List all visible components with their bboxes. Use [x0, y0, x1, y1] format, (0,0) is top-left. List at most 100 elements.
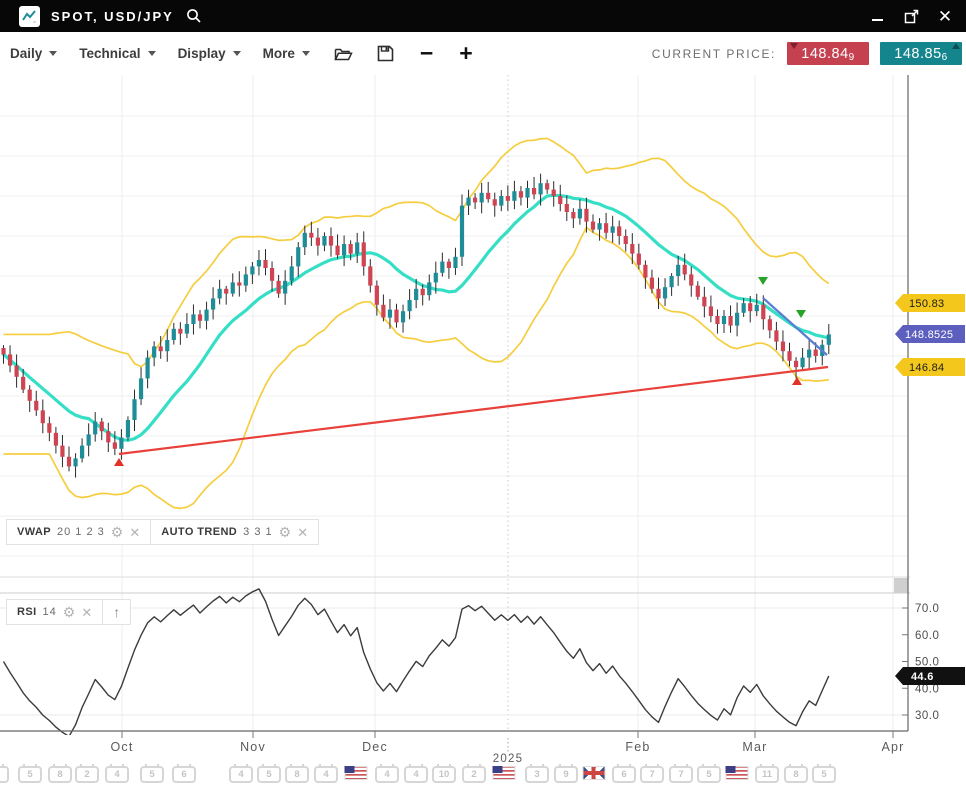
event-calendar-icon[interactable]: 10	[432, 766, 456, 783]
candle	[801, 358, 805, 368]
candle	[728, 316, 732, 326]
candle	[545, 183, 549, 189]
candle	[87, 434, 91, 445]
candle	[597, 223, 601, 229]
candle	[73, 458, 77, 466]
candle	[224, 289, 228, 294]
candle	[591, 222, 595, 230]
candle	[408, 300, 412, 311]
candle	[185, 324, 189, 334]
close-icon[interactable]: ✕	[81, 606, 92, 619]
event-calendar-icon[interactable]: 2	[75, 766, 99, 783]
candle	[146, 358, 150, 379]
event-calendar-icon[interactable]: 8	[48, 766, 72, 783]
candle	[270, 268, 274, 281]
candle	[80, 446, 84, 459]
close-icon[interactable]: ✕	[297, 526, 308, 539]
candle	[296, 247, 300, 266]
candle	[440, 262, 444, 273]
candle	[309, 233, 313, 238]
event-calendar-icon[interactable]: 7	[669, 766, 693, 783]
candle	[532, 188, 536, 194]
event-calendar-icon[interactable]: 4	[229, 766, 253, 783]
candle	[650, 278, 654, 289]
event-calendar-icon[interactable]: 9	[554, 766, 578, 783]
svg-text:50.0: 50.0	[915, 657, 939, 669]
gear-icon[interactable]: ⚙	[111, 525, 124, 539]
candle	[126, 420, 130, 438]
event-calendar-icon[interactable]: 4	[404, 766, 428, 783]
candle	[191, 314, 195, 324]
candle	[60, 446, 64, 457]
candle	[506, 196, 510, 201]
candle	[702, 297, 706, 307]
candle	[683, 265, 687, 275]
svg-text:146.84: 146.84	[909, 362, 944, 374]
candle	[368, 266, 372, 285]
event-calendar-icon[interactable]: 5	[812, 766, 836, 783]
candle	[768, 319, 772, 330]
candle	[466, 198, 470, 206]
event-flag-us-icon[interactable]	[726, 766, 749, 780]
candle	[375, 286, 379, 305]
candle	[421, 289, 425, 295]
candle	[827, 334, 831, 344]
price-chart[interactable]: 70.060.050.040.030.0OctNovDec2025FebMarA…	[0, 0, 966, 788]
candle	[132, 399, 136, 420]
candle	[689, 274, 693, 285]
event-calendar-icon[interactable]: 2	[462, 766, 486, 783]
candle	[172, 329, 176, 340]
candle	[584, 209, 588, 222]
candle	[394, 310, 398, 323]
candle	[152, 346, 156, 357]
candle	[473, 198, 477, 203]
candle	[54, 433, 58, 446]
candle	[578, 209, 582, 219]
event-calendar-icon[interactable]: 8	[784, 766, 808, 783]
close-icon[interactable]: ✕	[129, 526, 140, 539]
candle	[329, 236, 333, 246]
candle	[342, 244, 346, 255]
candle	[93, 422, 97, 435]
event-calendar-icon[interactable]: 7	[640, 766, 664, 783]
event-calendar-icon[interactable]: 4	[0, 766, 9, 783]
rsi-legend-cell: RSI 14 ⚙ ✕	[6, 599, 103, 625]
event-calendar-icon[interactable]: 4	[105, 766, 129, 783]
candle	[100, 422, 104, 432]
event-calendar-icon[interactable]: 5	[140, 766, 164, 783]
month-label: Apr	[881, 740, 904, 754]
event-calendar-icon[interactable]: 4	[375, 766, 399, 783]
event-calendar-icon[interactable]: 5	[18, 766, 42, 783]
arrow-up-icon[interactable]: ↑	[113, 604, 120, 620]
candle	[159, 346, 163, 351]
candle	[814, 350, 818, 356]
month-label: Mar	[742, 740, 767, 754]
candle	[106, 431, 110, 442]
candle	[656, 289, 660, 299]
candle	[670, 276, 674, 287]
candle	[165, 340, 169, 351]
axis-value-badge: 146.84	[895, 358, 965, 376]
event-calendar-icon[interactable]: 8	[285, 766, 309, 783]
candle	[539, 183, 543, 194]
candle	[512, 191, 516, 201]
event-calendar-icon[interactable]: 4	[314, 766, 338, 783]
event-flag-us-icon[interactable]	[493, 766, 516, 780]
event-calendar-icon[interactable]: 6	[172, 766, 196, 783]
month-label: Dec	[362, 740, 388, 754]
candle	[257, 260, 261, 266]
candle	[807, 350, 811, 358]
event-calendar-icon[interactable]: 11	[755, 766, 779, 783]
gear-icon[interactable]: ⚙	[63, 605, 76, 619]
gear-icon[interactable]: ⚙	[279, 525, 292, 539]
event-calendar-icon[interactable]: 3	[525, 766, 549, 783]
event-calendar-icon[interactable]: 5	[697, 766, 721, 783]
event-flag-uk-icon[interactable]	[583, 766, 606, 780]
candle	[250, 266, 254, 274]
event-flag-us-icon[interactable]	[345, 766, 368, 780]
candle	[21, 377, 25, 390]
candle	[8, 354, 12, 365]
candle	[571, 212, 575, 218]
event-calendar-icon[interactable]: 5	[257, 766, 281, 783]
event-calendar-icon[interactable]: 6	[612, 766, 636, 783]
